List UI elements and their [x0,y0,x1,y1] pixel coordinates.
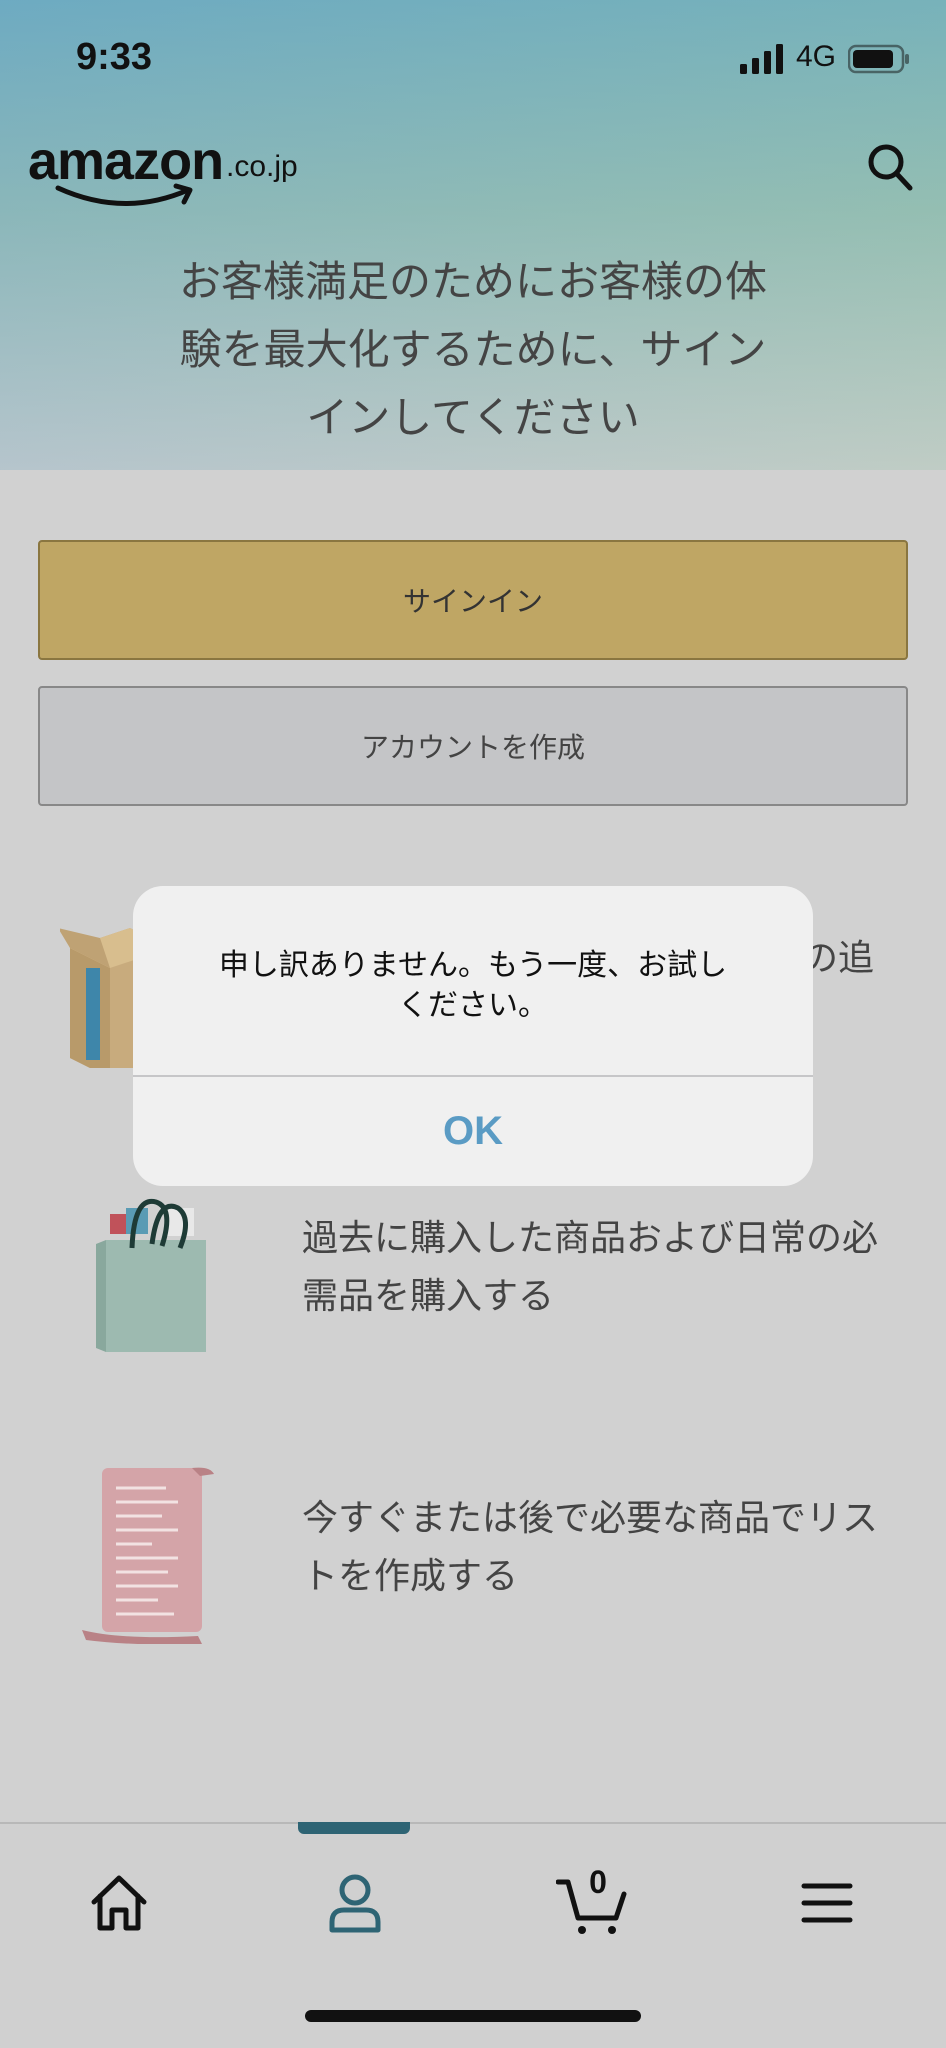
cart-count-badge: 0 [589,1864,607,1900]
battery-icon [848,44,909,74]
list-scroll-icon [82,1467,214,1644]
feature-text: 今すぐまたは後で必要な商品でリス トを作成する [302,1490,922,1606]
signal-icon [740,44,783,74]
headline-line: お客様満足のためにお客様の体 [178,257,767,306]
amazon-logo[interactable]: amazon .co.jp [28,130,318,210]
ok-button[interactable]: OK [133,1077,813,1186]
shopping-bag-icon [96,1198,206,1352]
headline-line: インしてください [306,393,640,442]
feature-text: 過去に購入した商品および日常の必 需品を購入する [302,1210,922,1326]
alert-message-line: ください。 [398,988,548,1023]
feature-line: 需品を購入する [302,1276,555,1317]
signin-headline: お客様満足のためにお客様の体 験を最大化するために、サイン インしてください [130,248,816,452]
error-alert-dialog: 申し訳ありません。もう一度、お試し ください。 OK [133,886,813,1186]
smile-arrow-icon [55,183,193,206]
signin-button[interactable]: サインイン [38,540,908,660]
feature-text-partial: の追 [802,938,875,979]
feature-line: 過去に購入した商品および日常の必 [302,1218,879,1259]
feature-line: トを作成する [302,1556,519,1597]
logo-domain: .co.jp [226,150,298,183]
alert-message-line: 申し訳ありません。もう一度、お試し [218,948,728,983]
search-icon[interactable] [866,142,914,192]
headline-line: 験を最大化するために、サイン [179,325,767,374]
home-indicator[interactable] [305,2010,641,2022]
feature-line: 今すぐまたは後で必要な商品でリス [302,1498,879,1539]
hamburger-icon[interactable] [792,1868,862,1938]
person-icon[interactable] [320,1868,390,1938]
alert-message: 申し訳ありません。もう一度、お試し ください。 [173,946,773,1026]
status-time: 9:33 [76,36,153,78]
active-tab-indicator [298,1822,410,1834]
create-account-button[interactable]: アカウントを作成 [38,686,908,806]
status-bar: 9:33 4G [0,0,946,120]
home-icon[interactable] [84,1868,154,1938]
network-type: 4G [796,40,837,73]
